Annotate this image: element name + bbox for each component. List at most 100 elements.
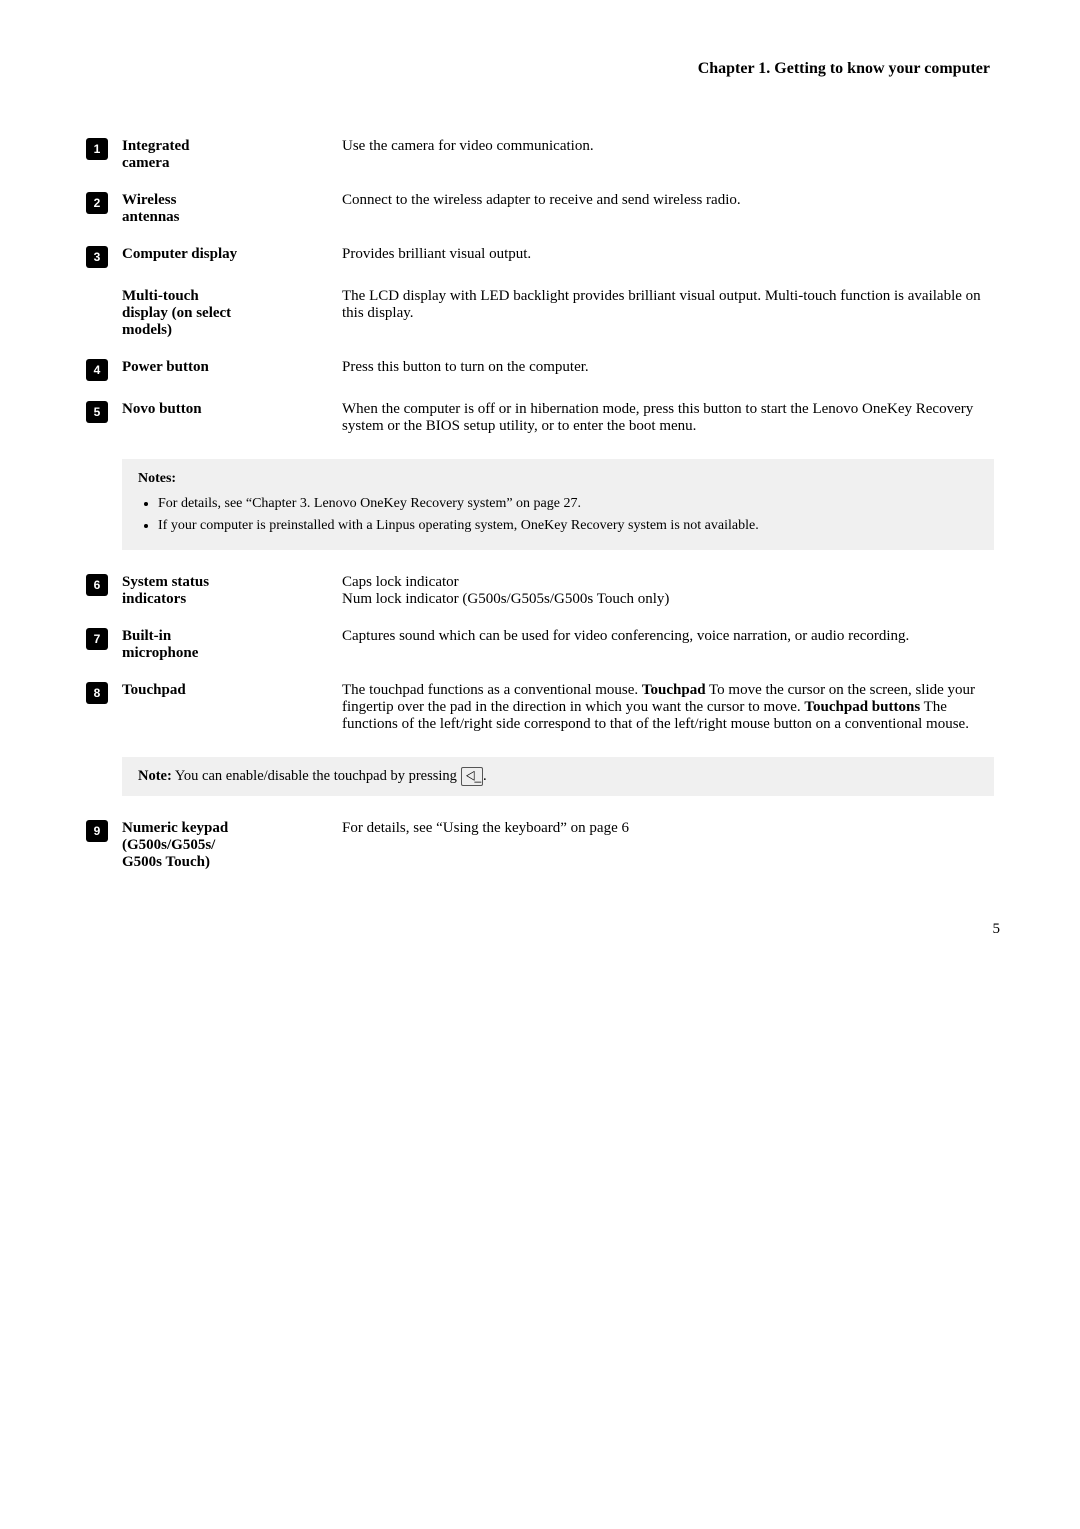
table-row: 3 Computer display Provides brilliant vi… [80, 236, 1000, 278]
notes-list: For details, see “Chapter 3. Lenovo OneK… [138, 493, 978, 538]
term-cell-6: Novo button [116, 391, 336, 445]
term-cell-2: Wireless antennas [116, 182, 336, 236]
note-inline-bold: Note: [138, 768, 172, 784]
note-inline-row: Note: You can enable/disable the touchpa… [80, 743, 1000, 810]
badge-cell-6: 5 [80, 391, 116, 445]
term-line2-4: display (on select [122, 305, 231, 321]
notes-item-2: If your computer is preinstalled with a … [158, 515, 978, 537]
content-table: 1 Integrated camera Use the camera for v… [80, 128, 1000, 881]
table-row: Multi-touch display (on select models) T… [80, 278, 1000, 349]
term-cell-4: Multi-touch display (on select models) [116, 278, 336, 349]
term-line3-10: G500s Touch) [122, 854, 210, 870]
term-line2-7: indicators [122, 591, 186, 607]
desc-cell-7: Caps lock indicator Num lock indicator (… [336, 564, 1000, 618]
term-cell-3: Computer display [116, 236, 336, 278]
desc-5: Press this button to turn on the compute… [342, 359, 589, 375]
term-cell-9: Touchpad [116, 672, 336, 743]
term-line2-1: camera [122, 155, 169, 171]
term-cell-5: Power button [116, 349, 336, 391]
term-line1-8: Built-in [122, 628, 171, 644]
desc-bold-touchpad-buttons: Touchpad buttons [804, 699, 920, 715]
badge-2: 2 [86, 192, 108, 214]
desc-line1-7: Caps lock indicator [342, 574, 459, 590]
note-inline-box: Note: You can enable/disable the touchpa… [122, 757, 994, 796]
table-row: 1 Integrated camera Use the camera for v… [80, 128, 1000, 182]
desc-4: The LCD display with LED backlight provi… [342, 288, 981, 321]
chapter-title: Chapter 1. Getting to know your computer [698, 60, 990, 77]
term-line2-8: microphone [122, 645, 198, 661]
term-line1-10: Numeric keypad [122, 820, 228, 836]
term-cell-1: Integrated camera [116, 128, 336, 182]
table-row: 9 Numeric keypad (G500s/G505s/ G500s Tou… [80, 810, 1000, 881]
desc-cell-6: When the computer is off or in hibernati… [336, 391, 1000, 445]
notes-item-1: For details, see “Chapter 3. Lenovo OneK… [158, 493, 978, 515]
table-row: 8 Touchpad The touchpad functions as a c… [80, 672, 1000, 743]
badge-cell-5: 4 [80, 349, 116, 391]
desc-bold-touchpad: Touchpad [642, 682, 706, 698]
desc-cell-8: Captures sound which can be used for vid… [336, 618, 1000, 672]
term-cell-8: Built-in microphone [116, 618, 336, 672]
term-line2-2: antennas [122, 209, 180, 225]
page-number: 5 [80, 921, 1000, 938]
badge-5: 4 [86, 359, 108, 381]
badge-9: 8 [86, 682, 108, 704]
table-row: 4 Power button Press this button to turn… [80, 349, 1000, 391]
badge-10: 9 [86, 820, 108, 842]
badge-7: 6 [86, 574, 108, 596]
badge-cell-7: 6 [80, 564, 116, 618]
desc-cell-1: Use the camera for video communication. [336, 128, 1000, 182]
badge-6: 5 [86, 401, 108, 423]
desc-1: Use the camera for video communication. [342, 138, 594, 154]
notes-title: Notes: [138, 471, 978, 487]
badge-cell-10: 9 [80, 810, 116, 881]
badge-cell-9: 8 [80, 672, 116, 743]
term-line2-10: (G500s/G505s/ [122, 837, 215, 853]
term-line1-2: Wireless [122, 192, 176, 208]
notes-row: Notes: For details, see “Chapter 3. Leno… [80, 445, 1000, 564]
page-header: Chapter 1. Getting to know your computer [80, 60, 1000, 78]
notes-container: Notes: For details, see “Chapter 3. Leno… [116, 445, 1000, 564]
badge-3: 3 [86, 246, 108, 268]
desc-cell-2: Connect to the wireless adapter to recei… [336, 182, 1000, 236]
desc-cell-10: For details, see “Using the keyboard” on… [336, 810, 1000, 881]
badge-cell-8: 7 [80, 618, 116, 672]
table-row: 5 Novo button When the computer is off o… [80, 391, 1000, 445]
term-line1-9: Touchpad [122, 682, 186, 698]
notes-box: Notes: For details, see “Chapter 3. Leno… [122, 459, 994, 550]
desc-cell-4: The LCD display with LED backlight provi… [336, 278, 1000, 349]
term-line3-4: models) [122, 322, 172, 338]
badge-8: 7 [86, 628, 108, 650]
no-badge-cell-4 [80, 278, 116, 349]
desc-10: For details, see “Using the keyboard” on… [342, 820, 629, 836]
note-inline-spacer [80, 743, 116, 810]
badge-cell-3: 3 [80, 236, 116, 278]
term-cell-10: Numeric keypad (G500s/G505s/ G500s Touch… [116, 810, 336, 881]
table-row: 7 Built-in microphone Captures sound whi… [80, 618, 1000, 672]
term-line1-7: System status [122, 574, 209, 590]
term-line1-4: Multi-touch [122, 288, 199, 304]
table-row: 6 System status indicators Caps lock ind… [80, 564, 1000, 618]
desc-line2-7: Num lock indicator (G500s/G505s/G500s To… [342, 591, 669, 607]
term-line1-5: Power button [122, 359, 209, 375]
badge-1: 1 [86, 138, 108, 160]
note-inline-period: . [483, 768, 487, 784]
badge-cell-2: 2 [80, 182, 116, 236]
badge-cell-1: 1 [80, 128, 116, 182]
term-line1-1: Integrated [122, 138, 190, 154]
desc-cell-5: Press this button to turn on the compute… [336, 349, 1000, 391]
desc-3: Provides brilliant visual output. [342, 246, 531, 262]
term-line1-6: Novo button [122, 401, 202, 417]
desc-2: Connect to the wireless adapter to recei… [342, 192, 741, 208]
desc-cell-3: Provides brilliant visual output. [336, 236, 1000, 278]
desc-cell-9: The touchpad functions as a conventional… [336, 672, 1000, 743]
keyboard-icon: ⨞ ̲ [461, 767, 483, 786]
table-row: 2 Wireless antennas Connect to the wirel… [80, 182, 1000, 236]
desc-9a: The touchpad functions as a conventional… [342, 682, 975, 732]
note-inline-container: Note: You can enable/disable the touchpa… [116, 743, 1000, 810]
note-inline-text: You can enable/disable the touchpad by p… [172, 768, 461, 784]
desc-8: Captures sound which can be used for vid… [342, 628, 909, 644]
desc-6: When the computer is off or in hibernati… [342, 401, 973, 434]
notes-spacer [80, 445, 116, 564]
term-line1-3: Computer display [122, 246, 237, 262]
term-cell-7: System status indicators [116, 564, 336, 618]
